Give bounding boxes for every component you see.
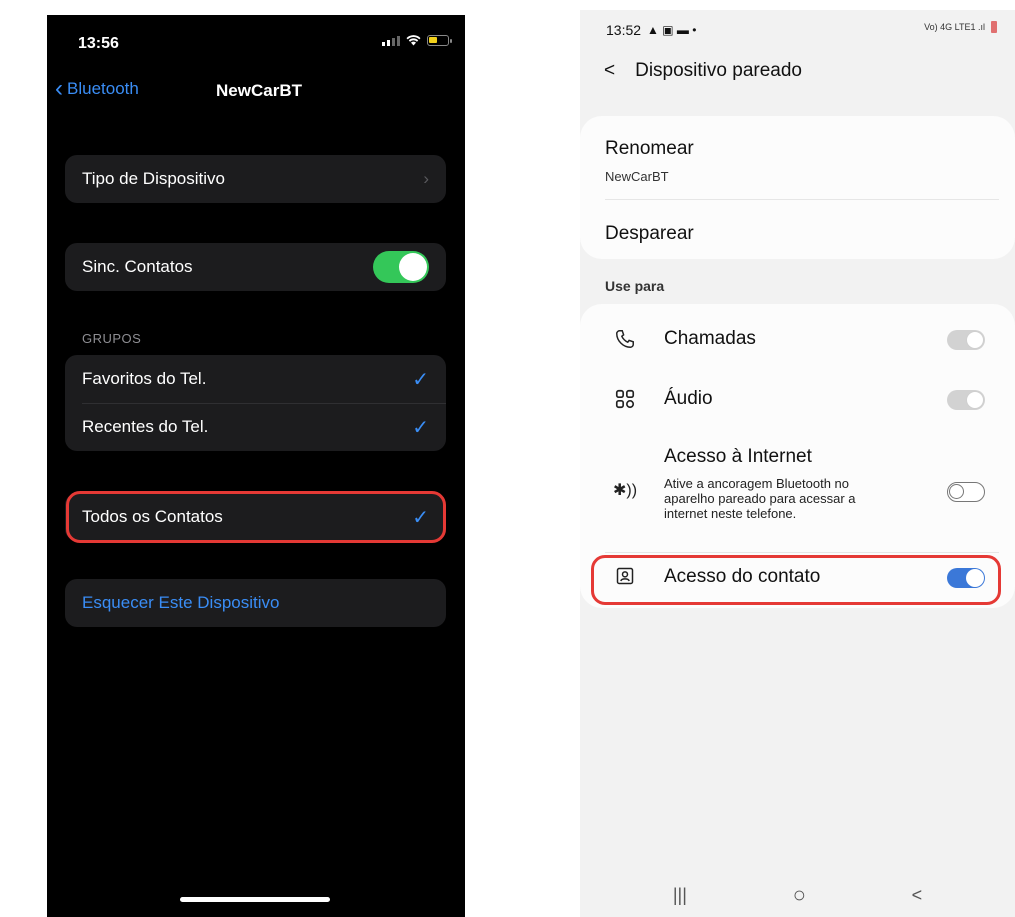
groups-list: Favoritos do Tel. ✓ Recentes do Tel. ✓ xyxy=(65,355,446,451)
forget-device-button[interactable]: Esquecer Este Dispositivo xyxy=(65,579,446,627)
chevron-right-icon: › xyxy=(423,169,429,188)
ios-screen: 13:56 ‹ Bluetooth NewCarBT Tipo de Dispo… xyxy=(47,15,465,917)
notification-icons: ▲ ▣ ▬ • xyxy=(647,23,697,37)
forget-group: Esquecer Este Dispositivo xyxy=(65,579,446,627)
recent-apps-button[interactable]: ||| xyxy=(673,885,687,906)
sync-contacts-row: Sinc. Contatos xyxy=(65,243,446,291)
audio-toggle[interactable] xyxy=(947,390,985,410)
use-for-label: Áudio xyxy=(664,388,713,409)
use-for-item-internet[interactable]: ✱)) Acesso à Internet Ative a ancoragem … xyxy=(580,438,1015,538)
status-icons xyxy=(382,35,452,46)
battery-icon xyxy=(991,21,997,33)
audio-icon xyxy=(615,389,635,409)
divider xyxy=(605,552,999,553)
unpair-button[interactable]: Desparear xyxy=(605,223,694,245)
rename-title: Renomear xyxy=(605,138,694,159)
sync-contacts-group: Sinc. Contatos xyxy=(65,243,446,291)
use-for-header: Use para xyxy=(605,278,665,294)
calls-toggle[interactable] xyxy=(947,330,985,350)
use-for-item-audio[interactable]: Áudio xyxy=(580,378,1015,422)
use-for-label: Chamadas xyxy=(664,328,756,349)
use-for-item-calls[interactable]: Chamadas xyxy=(580,318,1015,362)
page-title: NewCarBT xyxy=(216,81,302,100)
home-button[interactable]: ○ xyxy=(793,882,806,908)
rename-item[interactable]: Renomear NewCarBT xyxy=(580,116,1015,199)
divider xyxy=(605,199,999,200)
signal-icon xyxy=(382,35,400,46)
network-indicator: Vo) 4G LTE1 .ıl xyxy=(924,22,985,32)
sync-contacts-label: Sinc. Contatos xyxy=(82,257,193,276)
device-type-group: Tipo de Dispositivo › xyxy=(65,155,446,203)
rename-value: NewCarBT xyxy=(605,169,669,184)
internet-toggle[interactable] xyxy=(947,482,985,502)
battery-icon xyxy=(427,35,452,46)
device-type-row[interactable]: Tipo de Dispositivo › xyxy=(65,155,446,203)
group-item-favorites[interactable]: Favoritos do Tel. ✓ xyxy=(65,355,446,403)
use-for-label: Acesso à Internet xyxy=(664,446,812,467)
status-time: 13:52 xyxy=(606,22,642,38)
device-type-label: Tipo de Dispositivo xyxy=(82,169,225,188)
home-indicator[interactable] xyxy=(180,897,330,902)
android-screen: 13:52 ▲ ▣ ▬ • Vo) 4G LTE1 .ıl < Disposit… xyxy=(580,10,1015,917)
description-line: Ative a ancoragem Bluetooth no xyxy=(664,476,850,491)
back-arrow-icon[interactable]: < xyxy=(604,60,615,82)
highlight-outline xyxy=(591,555,1001,605)
status-bar-right: Vo) 4G LTE1 .ıl xyxy=(924,21,997,33)
groups-header: GRUPOS xyxy=(82,331,142,346)
status-time: 13:56 xyxy=(78,35,119,52)
description-line: aparelho pareado para acessar a xyxy=(664,491,856,506)
description-line: internet neste telefone. xyxy=(664,506,797,521)
page-title: Dispositivo pareado xyxy=(635,60,802,81)
group-item-label: Recentes do Tel. xyxy=(82,417,209,436)
app-header: < Dispositivo pareado xyxy=(604,60,802,82)
checkmark-icon: ✓ xyxy=(412,416,429,439)
checkmark-icon: ✓ xyxy=(412,368,429,391)
group-item-recents[interactable]: Recentes do Tel. ✓ xyxy=(65,403,446,451)
use-for-description: Ative a ancoragem Bluetooth no aparelho … xyxy=(664,476,914,521)
wifi-icon xyxy=(406,35,421,46)
phone-icon xyxy=(616,330,634,348)
device-card: Renomear NewCarBT Desparear xyxy=(580,116,1015,259)
bluetooth-tether-icon: ✱)) xyxy=(613,482,638,499)
group-item-label: Favoritos do Tel. xyxy=(82,369,207,388)
back-button[interactable]: < xyxy=(912,885,923,906)
system-navbar: ||| ○ < xyxy=(580,873,1015,917)
highlight-outline xyxy=(66,491,446,543)
status-bar-left: 13:52 ▲ ▣ ▬ • xyxy=(606,22,696,38)
sync-contacts-toggle[interactable] xyxy=(373,251,429,283)
